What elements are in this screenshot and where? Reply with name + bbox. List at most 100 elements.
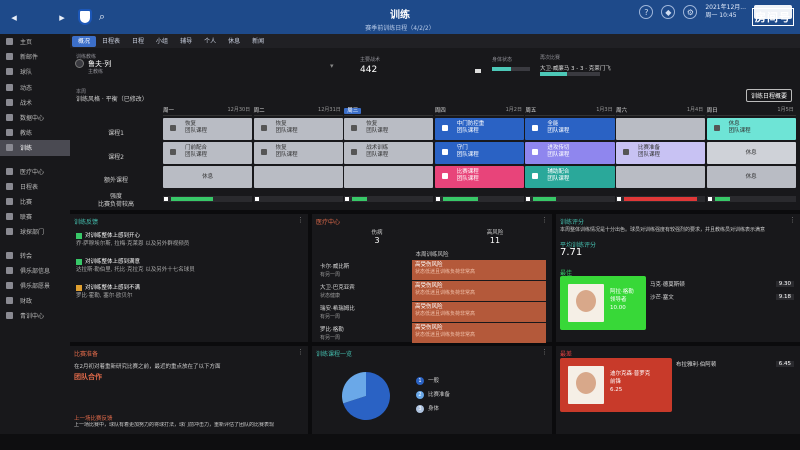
- tab[interactable]: 辅导: [174, 36, 198, 47]
- training-session[interactable]: 休息: [163, 166, 253, 188]
- training-session[interactable]: 恢复 团队课程: [253, 118, 343, 140]
- sidebar-item-label: 联赛: [20, 214, 33, 222]
- training-session[interactable]: [616, 166, 706, 188]
- training-session[interactable]: 休息: [706, 142, 796, 164]
- player-status: 有另一周: [320, 314, 341, 320]
- session-type: 团队课程: [366, 152, 389, 158]
- training-session[interactable]: 恢复 团队课程: [253, 142, 343, 164]
- page-title: 训练: [390, 10, 410, 21]
- more-icon[interactable]: ⋮: [789, 216, 796, 224]
- training-session[interactable]: 进攻传切 团队课程: [525, 142, 615, 164]
- session-icon: [623, 149, 629, 155]
- chevron-down-icon[interactable]: ▾: [330, 62, 334, 70]
- feedback-title: 对训练整体上感到不满: [76, 284, 140, 292]
- training-session[interactable]: 辅助配合 团队课程: [525, 166, 615, 188]
- session-icon: [713, 125, 720, 131]
- training-session[interactable]: 比赛课程 团队课程: [434, 166, 524, 188]
- feedback-panel: 训练反馈 ⋮ 对训练整体上感到开心 乔·萨穆埃尔斯, 拉梅·克莱恩 以及另外群视频…: [70, 214, 308, 342]
- day-name: 周二: [253, 108, 265, 114]
- training-session[interactable]: [616, 118, 706, 140]
- training-session[interactable]: 中门防控重 团队课程: [434, 118, 524, 140]
- sidebar-item[interactable]: 财政: [0, 293, 70, 308]
- risk-label: 高受伤风险: [415, 325, 443, 331]
- ranking-row[interactable]: 布拉雅利·伯阿顿 6.45: [676, 360, 794, 372]
- risk-row[interactable]: 卡尔·威比斯 有另一周 高受伤风险 状态低迷且训练负荷非常高: [316, 260, 546, 280]
- tab[interactable]: 概况: [72, 35, 97, 47]
- sidebar-item[interactable]: 新邮件: [0, 49, 70, 64]
- sidebar-item[interactable]: 医疗中心: [0, 164, 70, 179]
- feedback-title: 训练反馈: [74, 219, 99, 226]
- sidebar-item[interactable]: 转会: [0, 247, 70, 262]
- day-header: 周二 12月31日: [253, 106, 343, 116]
- ranking-row[interactable]: 马克·德莫斯顿 9.30: [650, 280, 794, 292]
- training-session[interactable]: 全能 团队课程: [525, 118, 615, 140]
- condition-bar: [492, 67, 530, 71]
- sidebar-item[interactable]: 动态: [0, 80, 70, 95]
- risk-row[interactable]: 大卫·巴克亚宾 状态健康 高受伤风险 状态低迷且训练负荷非常高: [316, 281, 546, 301]
- player-name: 瑞安·希瑞姆比: [320, 306, 355, 312]
- training-session[interactable]: 门前配合 团队课程: [163, 142, 253, 164]
- sidebar-item[interactable]: 球队: [0, 64, 70, 79]
- help-icon[interactable]: ?: [639, 5, 654, 19]
- feedback-item[interactable]: 对训练整体上感到开心 乔·萨穆埃尔斯, 拉梅·克莱恩 以及另外群视频员: [76, 232, 189, 248]
- ranking-row[interactable]: 沙芒·塞文 9.18: [650, 293, 794, 305]
- ranking-name: 沙芒·塞文: [650, 295, 674, 301]
- tab[interactable]: 日程表: [96, 36, 126, 47]
- training-session[interactable]: 恢复 团队课程: [344, 118, 434, 140]
- tab[interactable]: 个人: [198, 36, 222, 47]
- risk-row[interactable]: 罗比·格勒 有另一周 高受伤风险 状态低迷且训练负荷非常高: [316, 323, 546, 343]
- injured-head: 伤病: [371, 230, 383, 236]
- sidebar-item[interactable]: 联赛: [0, 209, 70, 224]
- worst-player-card[interactable]: 迪尔克森·普罗克 前锋 6.25: [560, 358, 672, 412]
- sidebar-item[interactable]: 日程表: [0, 179, 70, 194]
- sidebar-item[interactable]: 俱乐部愿景: [0, 278, 70, 293]
- more-icon[interactable]: ⋮: [297, 216, 304, 224]
- best-player-card[interactable]: 阿拉·格勒 领导者 10.00: [560, 276, 646, 330]
- feedback-item[interactable]: 对训练整体上感到不满 罗比·霍勒, 塞尔·欧贝尔: [76, 284, 140, 300]
- sidebar-item[interactable]: 青训中心: [0, 308, 70, 323]
- ranking-name: 布拉雅利·伯阿顿: [676, 362, 717, 368]
- risk-row[interactable]: 瑞安·希瑞姆比 有另一周 高受伤风险 状态低迷且训练负荷非常高: [316, 302, 546, 322]
- club-crest-icon[interactable]: [78, 9, 92, 25]
- risk-count[interactable]: 11: [480, 236, 510, 245]
- training-session[interactable]: 战术训练 团队课程: [344, 142, 434, 164]
- training-session[interactable]: [344, 166, 434, 188]
- calendar-button[interactable]: 训练日程概要: [745, 89, 792, 102]
- row-label-session-2: 课程2: [108, 154, 124, 161]
- injured-count[interactable]: 3: [362, 236, 392, 245]
- tab[interactable]: 新闻: [246, 36, 270, 47]
- sidebar-item[interactable]: 比赛: [0, 194, 70, 209]
- training-session[interactable]: 休息 团队课程: [706, 118, 796, 140]
- tactic-label: 主要战术: [360, 57, 381, 63]
- more-icon[interactable]: ⋮: [541, 216, 548, 224]
- tab[interactable]: 日程: [126, 36, 150, 47]
- training-session[interactable]: [253, 166, 343, 188]
- training-session[interactable]: 比赛准备 团队课程: [616, 142, 706, 164]
- more-icon[interactable]: ⋮: [541, 348, 548, 356]
- back-icon[interactable]: ◂: [4, 7, 24, 27]
- sidebar-item[interactable]: 训练: [0, 140, 70, 156]
- more-icon[interactable]: ⋮: [297, 348, 304, 356]
- sidebar-item[interactable]: 俱乐部信息: [0, 263, 70, 278]
- intensity-marker: [164, 197, 168, 201]
- search-icon[interactable]: ⌕: [92, 7, 112, 27]
- risk-label: 高受伤风险: [415, 283, 443, 289]
- sidebar-item[interactable]: 战术: [0, 95, 70, 110]
- shield-icon[interactable]: ◆: [661, 5, 676, 19]
- sidebar-item[interactable]: 球探部门: [0, 224, 70, 239]
- settings-icon[interactable]: ⚙: [683, 5, 698, 19]
- day-header: 周五 1月3日: [525, 106, 615, 116]
- risk-head: 高风险: [486, 230, 504, 236]
- feedback-item[interactable]: 对训练整体上感到满意 达拉斯·勒伯里, 托比·克拉克 以及另外十七名球员: [76, 258, 195, 274]
- sidebar-item[interactable]: 数据中心: [0, 110, 70, 125]
- tab[interactable]: 休息: [222, 36, 246, 47]
- avg-rating-value: 7.71: [560, 247, 583, 258]
- tab[interactable]: 小组: [150, 36, 174, 47]
- forward-icon[interactable]: ▸: [52, 7, 72, 27]
- training-session[interactable]: 恢复 团队课程: [163, 118, 253, 140]
- training-session[interactable]: 守门 团队课程: [434, 142, 524, 164]
- sidebar-item[interactable]: 教练: [0, 125, 70, 140]
- training-session[interactable]: 休息: [706, 166, 796, 188]
- next-match-line[interactable]: 大卫·威廉马 3 - 3 · 克莱门飞: [540, 64, 611, 72]
- sidebar-item[interactable]: 主页: [0, 34, 70, 49]
